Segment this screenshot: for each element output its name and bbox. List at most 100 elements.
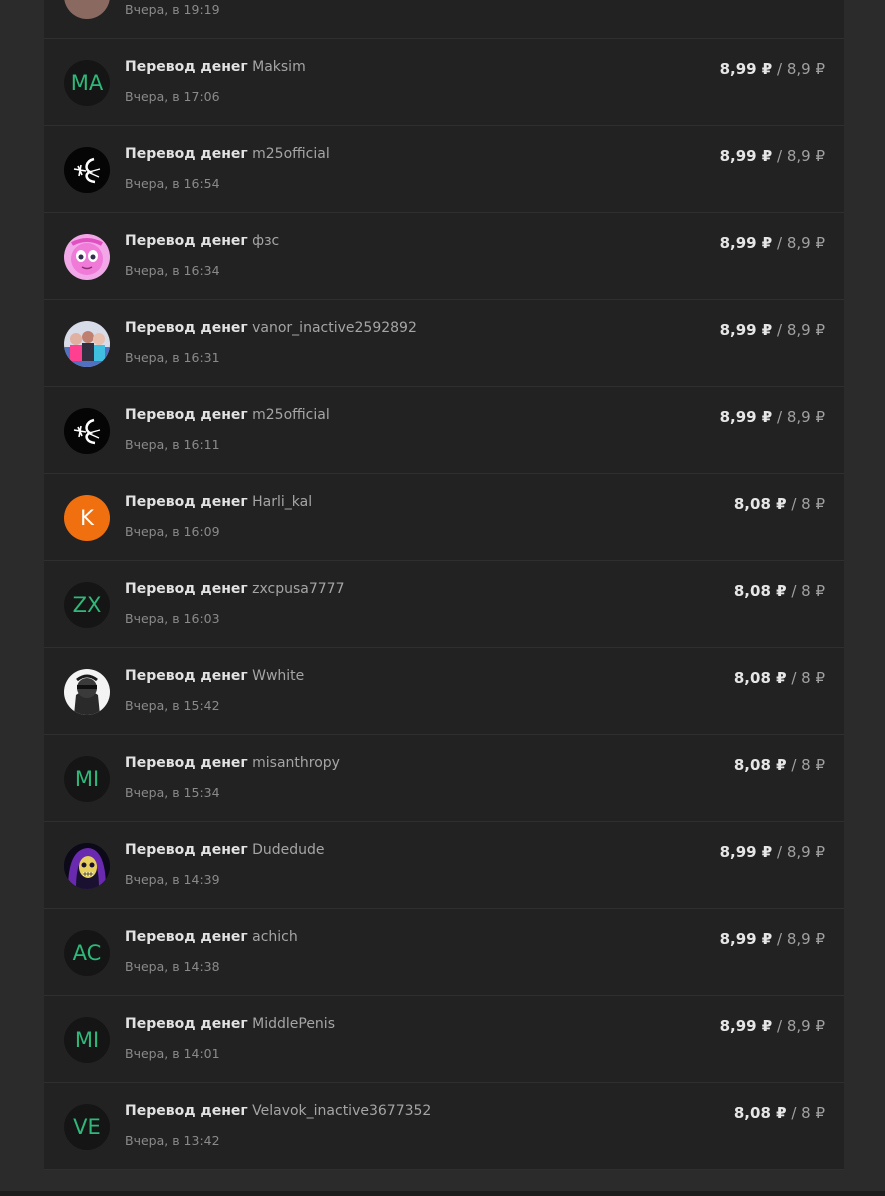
avatar-image [64, 669, 110, 715]
transaction-amount: 8,99 ₽ / 8,9 ₽ [720, 930, 825, 948]
transaction-user-link[interactable]: MiddlePenis [252, 1016, 335, 1032]
transaction-row[interactable]: MI Перевод денег MiddlePenis Вчера, в 14… [44, 996, 844, 1083]
transaction-time: Вчера, в 19:19 [125, 2, 220, 17]
transaction-time: Вчера, в 15:42 [125, 698, 220, 713]
transaction-user-link[interactable]: misanthropy [252, 755, 340, 771]
user-avatar[interactable]: MI [64, 756, 110, 802]
amount-gross: 8,08 ₽ [733, 669, 787, 687]
transaction-title: Перевод денег MiddlePenis [125, 1016, 335, 1032]
transaction-title: Перевод денег Harli_kal [125, 494, 312, 510]
amount-separator: / [772, 408, 787, 426]
transaction-time: Вчера, в 17:06 [125, 89, 220, 104]
transaction-user-link[interactable]: Maksim [252, 59, 306, 75]
user-avatar[interactable] [64, 0, 110, 19]
transaction-row[interactable]: MA Перевод денег Maksim Вчера, в 17:06 8… [44, 39, 844, 126]
transaction-title: Перевод денег zxcpusa7777 [125, 581, 344, 597]
avatar-initials: ZX [72, 593, 102, 617]
transaction-user-link[interactable]: Velavok_inactive3677352 [252, 1103, 431, 1119]
amount-separator: / [772, 321, 787, 339]
amount-net: 8,9 ₽ [786, 321, 825, 339]
transaction-title: Перевод денег Maksim [125, 59, 306, 75]
transaction-time: Вчера, в 13:42 [125, 1133, 220, 1148]
amount-separator: / [772, 930, 787, 948]
user-avatar[interactable]: ZX [64, 582, 110, 628]
user-avatar[interactable]: K [64, 495, 110, 541]
transaction-amount: 8,08 ₽ / 8 ₽ [734, 1104, 825, 1122]
group-photo-icon[interactable] [64, 321, 110, 367]
amount-net: 8,9 ₽ [786, 930, 825, 948]
amount-net: 8 ₽ [801, 582, 825, 600]
masked-figure-icon[interactable] [64, 669, 110, 715]
amount-separator: / [786, 582, 802, 600]
transaction-amount: 8,08 ₽ / 8 ₽ [734, 582, 825, 600]
avatar-initials: MI [74, 767, 100, 791]
transaction-row[interactable]: Перевод денег фзс Вчера, в 16:34 8,99 ₽ … [44, 213, 844, 300]
amount-gross: 8,99 ₽ [719, 147, 773, 165]
transaction-user-link[interactable]: Dudedude [252, 842, 324, 858]
transaction-title: Перевод денег m25official [125, 407, 330, 423]
transaction-user-link[interactable]: m25official [252, 407, 330, 423]
transaction-row[interactable]: K Перевод денег Harli_kal Вчера, в 16:09… [44, 474, 844, 561]
white-glyph-on-black-icon[interactable] [64, 147, 110, 193]
transaction-user-link[interactable]: m25official [252, 146, 330, 162]
transaction-row[interactable]: Перевод денег Wwhite Вчера, в 15:42 8,08… [44, 648, 844, 735]
amount-net: 8 ₽ [801, 669, 825, 687]
amount-gross: 8,99 ₽ [719, 1017, 773, 1035]
amount-separator: / [786, 756, 802, 774]
transaction-row[interactable]: Перевод денег Dudedude Вчера, в 14:39 8,… [44, 822, 844, 909]
transaction-user-link[interactable]: vanor_inactive2592892 [252, 320, 417, 336]
white-glyph-on-black-icon[interactable] [64, 408, 110, 454]
user-avatar[interactable]: MI [64, 1017, 110, 1063]
transaction-amount: 8,99 ₽ / 8,9 ₽ [720, 60, 825, 78]
transaction-user-link[interactable]: Harli_kal [252, 494, 312, 510]
transaction-time: Вчера, в 14:39 [125, 872, 220, 887]
amount-gross: 8,99 ₽ [719, 60, 773, 78]
user-avatar[interactable]: MA [64, 60, 110, 106]
amount-gross: 8,99 ₽ [719, 843, 773, 861]
amount-gross: 8,99 ₽ [719, 321, 773, 339]
avatar-image [64, 234, 110, 280]
transaction-title: Перевод денег Wwhite [125, 668, 304, 684]
amount-separator: / [786, 495, 802, 513]
amount-net: 8,9 ₽ [786, 843, 825, 861]
amount-separator: / [772, 1017, 787, 1035]
transaction-row[interactable]: MI Перевод денег misanthropy Вчера, в 15… [44, 735, 844, 822]
user-avatar[interactable]: VE [64, 1104, 110, 1150]
transaction-type: Перевод денег [125, 233, 248, 249]
amount-net: 8,9 ₽ [786, 60, 825, 78]
skeleton-hood-icon[interactable] [64, 843, 110, 889]
amount-net: 8 ₽ [801, 756, 825, 774]
transaction-row[interactable]: Вчера, в 19:19 [44, 0, 844, 39]
amount-separator: / [772, 60, 787, 78]
amount-gross: 8,99 ₽ [719, 234, 773, 252]
transaction-row[interactable]: Перевод денег m25official Вчера, в 16:54… [44, 126, 844, 213]
amount-separator: / [772, 843, 787, 861]
transaction-type: Перевод денег [125, 929, 248, 945]
transaction-time: Вчера, в 16:54 [125, 176, 220, 191]
transaction-amount: 8,99 ₽ / 8,9 ₽ [720, 843, 825, 861]
transaction-time: Вчера, в 14:38 [125, 959, 220, 974]
transaction-user-link[interactable]: achich [252, 929, 298, 945]
transaction-row[interactable]: AC Перевод денег achich Вчера, в 14:38 8… [44, 909, 844, 996]
amount-separator: / [786, 669, 802, 687]
transaction-row[interactable]: Перевод денег m25official Вчера, в 16:11… [44, 387, 844, 474]
transaction-type: Перевод денег [125, 320, 248, 336]
transaction-amount: 8,99 ₽ / 8,9 ₽ [720, 1017, 825, 1035]
transaction-user-link[interactable]: zxcpusa7777 [252, 581, 344, 597]
transaction-user-link[interactable]: Wwhite [252, 668, 304, 684]
transaction-row[interactable]: VE Перевод денег Velavok_inactive3677352… [44, 1083, 844, 1170]
transaction-row[interactable]: Перевод денег vanor_inactive2592892 Вчер… [44, 300, 844, 387]
pink-cartoon-face-icon[interactable] [64, 234, 110, 280]
avatar-image [64, 321, 110, 367]
amount-net: 8,9 ₽ [786, 408, 825, 426]
transaction-time: Вчера, в 16:31 [125, 350, 220, 365]
avatar-initials: VE [73, 1115, 101, 1139]
amount-separator: / [772, 234, 787, 252]
transaction-user-link[interactable]: фзс [252, 233, 279, 249]
transaction-row[interactable]: ZX Перевод денег zxcpusa7777 Вчера, в 16… [44, 561, 844, 648]
user-avatar[interactable]: AC [64, 930, 110, 976]
amount-net: 8 ₽ [801, 495, 825, 513]
amount-net: 8 ₽ [801, 1104, 825, 1122]
amount-gross: 8,99 ₽ [719, 930, 773, 948]
transaction-amount: 8,99 ₽ / 8,9 ₽ [720, 408, 825, 426]
